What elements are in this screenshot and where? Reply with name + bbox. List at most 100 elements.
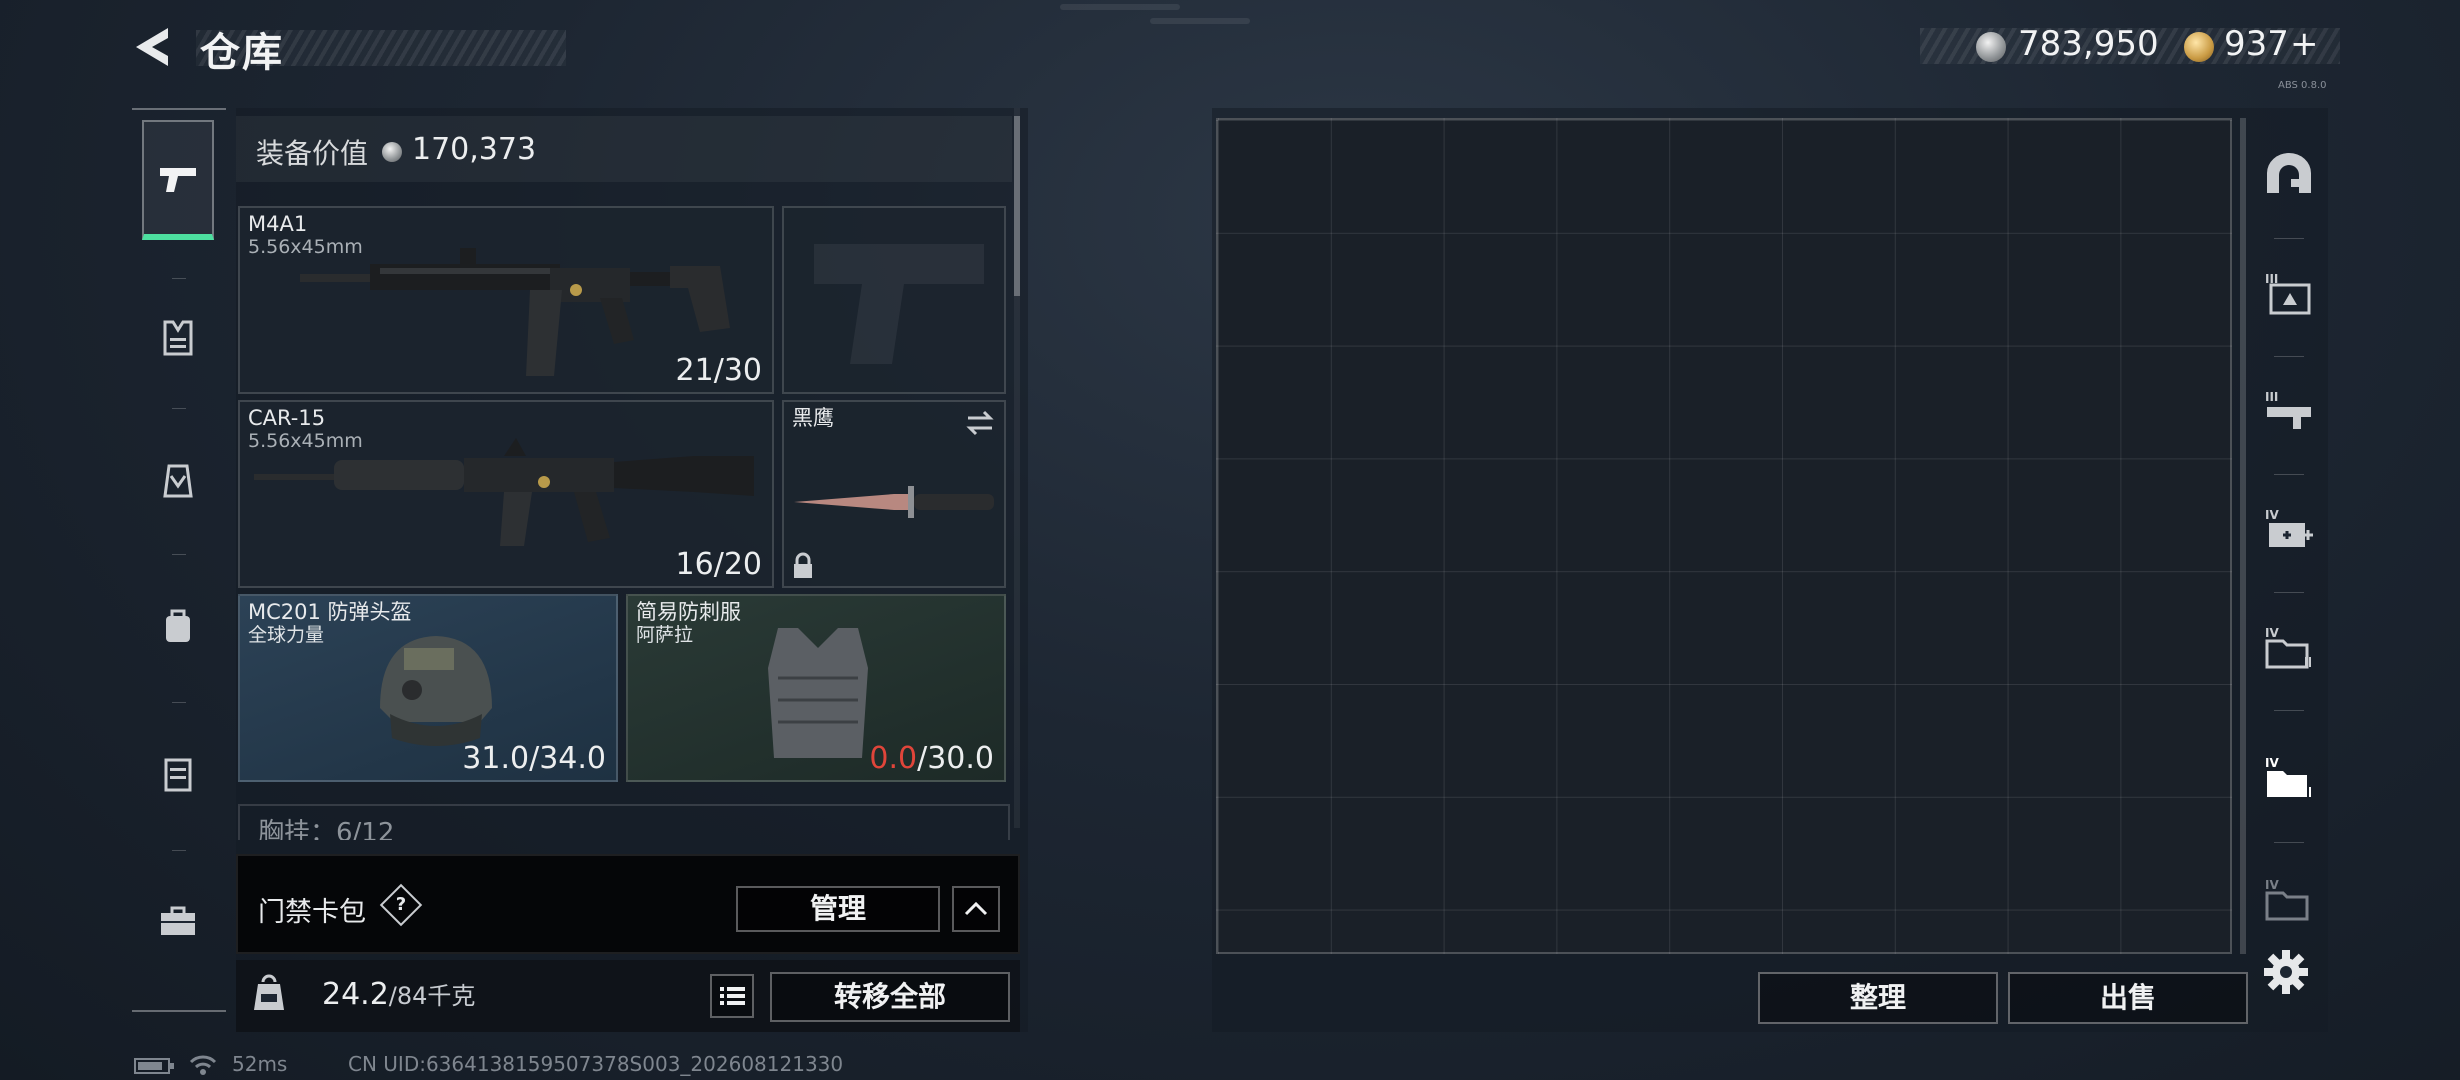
page-title: 仓库 (200, 30, 284, 76)
storage-tab-tier4-folder-active[interactable]: IV (2260, 722, 2318, 832)
tier-IV-medkit-icon: IV (2265, 508, 2313, 547)
keycard-bar: 门禁卡包 ? 管理 (236, 854, 1020, 954)
inventory-footer: 24.2/84千克 转移全部 (236, 960, 1020, 1032)
storage-panel: 整理 出售 (1212, 108, 2328, 1032)
sort-button[interactable]: 整理 (1758, 972, 1998, 1024)
battery-icon (134, 1058, 174, 1074)
helmet-slot[interactable]: MC201 防弹头盔 全球力量 31.0/34.0 (238, 594, 618, 782)
body-armor-durability: 0.0/30.0 (869, 741, 994, 776)
tier-III-case-icon: III (2265, 272, 2311, 315)
weight-icon (254, 974, 284, 1010)
storage-tab-tier3-rifle[interactable]: III (2260, 356, 2318, 466)
svg-text:III: III (2265, 390, 2278, 404)
gold-currency-add-button[interactable]: + (2290, 24, 2319, 64)
tier-III-rifle-icon: III (2265, 390, 2311, 429)
primary-weapon-slot[interactable]: M4A1 5.56x45mm 21/30 (238, 206, 774, 394)
helmet-faction: 全球力量 (248, 624, 325, 646)
weight-max: /84千克 (388, 982, 476, 1010)
storage-tab-tier4-folder-dim[interactable]: IV (2260, 844, 2318, 954)
chevron-up-icon (964, 901, 988, 916)
storage-tab-arch[interactable] (2260, 118, 2318, 228)
wifi-icon (189, 1055, 217, 1075)
sell-button[interactable]: 出售 (2008, 972, 2248, 1024)
helmet-name: MC201 防弹头盔 (248, 600, 412, 624)
body-armor-faction: 阿萨拉 (636, 624, 694, 646)
header: 仓库 783,950 937 + ABS 0.8.0 (0, 0, 2460, 100)
equipment-value: 170,373 (412, 132, 537, 167)
body-armor-slot[interactable]: 简易防刺服 阿萨拉 0.0/30.0 (626, 594, 1006, 782)
silver-currency-value: 783,950 (2018, 24, 2159, 64)
equipment-value-label: 装备价值 (256, 137, 369, 170)
svg-text:IV: IV (2265, 878, 2279, 892)
user-uid: CN UID:6364138159507378S003_202608121330 (348, 1052, 844, 1076)
swap-icon[interactable] (964, 410, 996, 436)
category-weapons[interactable] (142, 120, 214, 240)
secondary-weapon-caliber: 5.56x45mm (248, 430, 363, 452)
silver-coin-icon (1976, 32, 2006, 62)
silver-coin-icon (382, 142, 402, 162)
equipment-scrollbar-thumb[interactable] (1014, 116, 1020, 296)
weight-current: 24.2 (322, 977, 389, 1012)
primary-weapon-ammo: 21/30 (675, 353, 762, 388)
back-arrow-icon[interactable] (128, 22, 178, 72)
storage-grid[interactable] (1216, 118, 2232, 954)
helmet-durability: 31.0/34.0 (462, 741, 606, 776)
pistol-slot-empty[interactable] (782, 206, 1006, 394)
category-armor[interactable] (142, 278, 214, 398)
version-label: ABS 0.8.0 (2278, 80, 2327, 91)
category-case[interactable] (142, 862, 214, 982)
settings-gear-icon[interactable] (2262, 948, 2310, 996)
list-icon (720, 987, 745, 1005)
collapse-button[interactable] (952, 886, 1000, 932)
armor-vest-icon (163, 320, 193, 356)
pistol-icon (160, 168, 196, 192)
storage-tab-tier4-folder[interactable]: IV (2260, 592, 2318, 702)
storage-tab-tier4-medkit[interactable]: IV (2260, 474, 2318, 584)
body-armor-durability-current: 0.0 (869, 741, 918, 776)
melee-slot[interactable]: 黑鹰 (782, 400, 1006, 588)
gold-coin-icon (2184, 32, 2214, 62)
gold-currency-value: 937 (2224, 24, 2289, 64)
body-armor-name: 简易防刺服 (636, 600, 741, 624)
body-armor-durability-max: /30.0 (917, 741, 994, 776)
secondary-weapon-name: CAR-15 (248, 406, 326, 430)
melee-weapon-name: 黑鹰 (792, 406, 834, 430)
transfer-all-button[interactable]: 转移全部 (770, 972, 1010, 1022)
list-view-button[interactable] (710, 974, 754, 1018)
category-container[interactable] (142, 714, 214, 834)
equipment-panel: 装备价值 170,373 M4A1 5.56x45mm 21/30 CAR-15… (236, 108, 1028, 1032)
backpack-icon (166, 609, 190, 642)
weight-display: 24.2/84千克 (322, 976, 475, 1012)
secondary-weapon-ammo: 16/20 (675, 547, 762, 582)
container-icon (164, 758, 192, 792)
tier-IV-folder-active-icon: IV (2265, 756, 2311, 797)
ping-value: 52ms (232, 1052, 288, 1076)
svg-text:IV: IV (2265, 508, 2279, 522)
category-chest-rig[interactable] (142, 420, 214, 540)
storage-tab-rail: III III IV IV IV IV (2254, 108, 2324, 968)
category-backpack[interactable] (142, 566, 214, 686)
svg-text:IV: IV (2265, 626, 2279, 640)
lock-icon (794, 552, 812, 578)
manage-button[interactable]: 管理 (736, 886, 940, 932)
keycard-label: 门禁卡包 (258, 897, 366, 928)
equipment-value-header: 装备价值 170,373 (236, 116, 1012, 182)
pistol-placeholder-icon (814, 244, 984, 364)
rifle-image (300, 248, 730, 376)
case-icon (161, 906, 195, 935)
storage-scrollbar[interactable] (2240, 118, 2246, 954)
arch-icon (2267, 153, 2311, 193)
body-armor-image (768, 628, 868, 758)
primary-weapon-caliber: 5.56x45mm (248, 236, 363, 258)
tier-IV-folder-icon: IV (2265, 626, 2311, 669)
storage-tab-tier3-case[interactable]: III (2260, 238, 2318, 348)
primary-weapon-name: M4A1 (248, 212, 308, 236)
help-icon[interactable]: ? (379, 883, 423, 927)
tier-IV-folder-dim-icon: IV (2265, 878, 2309, 921)
chest-rig-capacity: 胸挂：6/12 (258, 818, 395, 840)
chest-rig-row[interactable]: 胸挂：6/12 (238, 804, 1010, 840)
svg-text:IV: IV (2265, 756, 2279, 770)
knife-image (794, 486, 994, 518)
secondary-weapon-slot[interactable]: CAR-15 5.56x45mm 16/20 (238, 400, 774, 588)
status-bar: 52ms CN UID:6364138159507378S003_2026081… (0, 1050, 2460, 1080)
